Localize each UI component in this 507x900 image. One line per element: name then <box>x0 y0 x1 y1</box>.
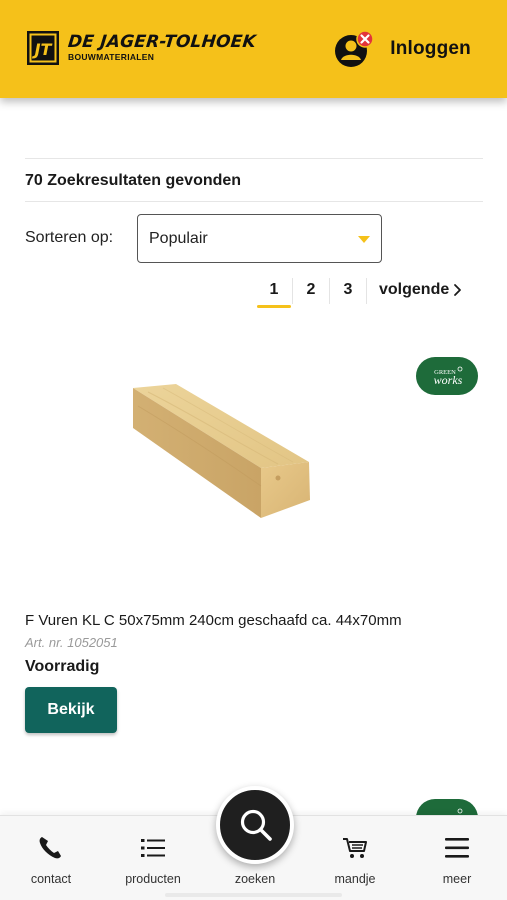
sort-label: Sorteren op: <box>25 229 114 246</box>
results-count: 70 Zoekresultaten gevonden <box>25 172 242 189</box>
page-link-1[interactable]: 1 <box>256 278 292 308</box>
svg-text:JT: JT <box>32 40 53 59</box>
divider <box>25 158 483 159</box>
pagination: 1 2 3 volgende <box>256 278 462 310</box>
home-indicator <box>165 893 342 897</box>
brand-name: DE JAGER-TOLHOEK <box>66 32 257 52</box>
user-icon <box>334 30 374 68</box>
product-image[interactable] <box>128 382 314 522</box>
nav-label-more: meer <box>442 872 472 886</box>
page-link-2[interactable]: 2 <box>293 278 329 308</box>
product-title[interactable]: F Vuren KL C 50x75mm 240cm geschaafd ca.… <box>25 612 402 629</box>
site-header: JT DE JAGER-TOLHOEK BOUWMATERIALEN Inlog… <box>0 0 507 98</box>
brand-subtitle: BOUWMATERIALEN <box>68 52 155 62</box>
next-page-link[interactable]: volgende <box>379 278 462 302</box>
cart-icon <box>343 838 367 858</box>
search-icon <box>240 809 272 841</box>
page-link-3[interactable]: 3 <box>330 278 366 308</box>
menu-icon <box>445 838 469 858</box>
phone-icon <box>39 837 61 859</box>
search-button[interactable] <box>216 786 294 864</box>
sort-selected-value: Populair <box>149 230 208 247</box>
stock-status: Voorradig <box>25 658 100 675</box>
svg-text:works: works <box>434 373 463 387</box>
divider <box>25 201 483 202</box>
login-link[interactable]: Inloggen <box>334 30 471 68</box>
nav-label-products: producten <box>125 872 181 886</box>
brand-logo[interactable]: JT DE JAGER-TOLHOEK BOUWMATERIALEN <box>26 28 257 68</box>
chevron-right-icon <box>454 284 462 296</box>
nav-label-contact: contact <box>30 872 72 886</box>
caret-down-icon <box>358 236 370 243</box>
nav-products[interactable]: producten <box>108 816 198 900</box>
nav-label-search: zoeken <box>234 872 276 886</box>
product-sku: Art. nr. 1052051 <box>25 635 118 650</box>
sort-select[interactable]: Populair <box>137 214 382 263</box>
view-product-button[interactable]: Bekijk <box>25 687 117 733</box>
nav-more[interactable]: meer <box>412 816 502 900</box>
nav-cart[interactable]: mandje <box>310 816 400 900</box>
list-icon <box>141 839 165 857</box>
login-label: Inloggen <box>390 38 471 59</box>
page-separator <box>366 278 367 304</box>
nav-contact[interactable]: contact <box>6 816 96 900</box>
greenworks-badge: GREEN works <box>416 357 478 395</box>
logo-mark-icon: JT <box>27 31 59 65</box>
nav-label-cart: mandje <box>334 872 376 886</box>
next-page-label: volgende <box>379 281 450 298</box>
